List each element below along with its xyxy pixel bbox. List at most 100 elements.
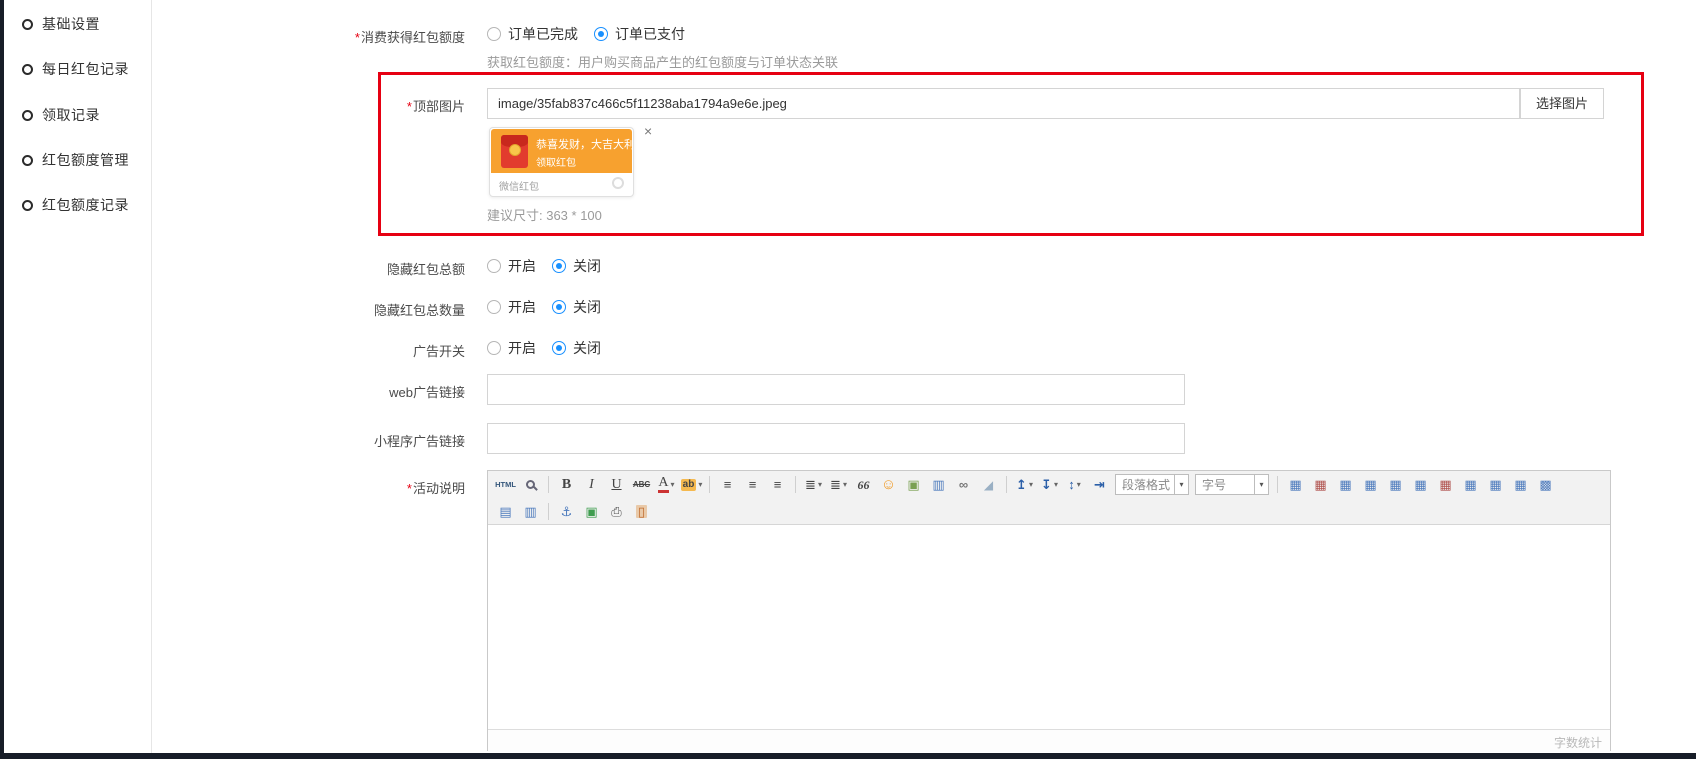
editor-statusbar: 字数统计	[488, 729, 1610, 752]
radio-hide-total-off[interactable]: 关闭	[552, 256, 601, 276]
indent-icon[interactable]: ⇥	[1088, 474, 1111, 496]
html-source-icon[interactable]: HTML	[494, 474, 517, 496]
icon-glyph: ▦	[1514, 478, 1526, 491]
sidebar-item-quota-records[interactable]: 红包额度记录	[4, 193, 152, 217]
cell-props-icon[interactable]: ▦	[1459, 474, 1482, 496]
icon-glyph: ⚓	[561, 505, 573, 518]
sidebar-item-label: 红包额度管理	[42, 150, 129, 170]
split-cell-icon[interactable]: ▩	[1534, 474, 1557, 496]
line-height-icon[interactable]: ↕▾	[1063, 474, 1086, 496]
icon-glyph: ▦	[1289, 478, 1301, 491]
split-rows-icon[interactable]: ▤	[494, 500, 517, 522]
icon-glyph: ≡	[749, 478, 757, 491]
icon-glyph: ↧	[1041, 478, 1052, 491]
eraser-icon[interactable]: ◢	[977, 474, 1000, 496]
link-icon[interactable]: ∞	[952, 474, 975, 496]
table-props-icon[interactable]: ▦	[1334, 474, 1357, 496]
merge-right-icon[interactable]: ▦	[1484, 474, 1507, 496]
strikethrough-icon[interactable]: ABC	[630, 474, 653, 496]
left-edge-bar	[0, 0, 4, 759]
insert-row-below-icon[interactable]: ▦	[1384, 474, 1407, 496]
radio-circle-icon	[487, 341, 501, 355]
sidebar-item-label: 红包额度记录	[42, 195, 129, 215]
editor-content-area[interactable]	[488, 525, 1610, 729]
insert-row-above-icon[interactable]: ▦	[1359, 474, 1382, 496]
editor-toolbar-row1: HTMLBIUABCA▾ab▾≡≡≡≣▾≣▾66☺▣▥∞◢↥▾↧▾↕▾⇥段落格式…	[488, 471, 1610, 498]
align-right-icon[interactable]: ≡	[766, 474, 789, 496]
radio-circle-icon	[594, 27, 608, 41]
map-icon[interactable]: ▣	[580, 500, 603, 522]
image-icon[interactable]: ▣	[902, 474, 925, 496]
radio-ad-off[interactable]: 关闭	[552, 338, 601, 358]
icon-glyph: 66	[858, 479, 870, 491]
toolbar-separator	[548, 476, 549, 493]
hide-total-label: 隐藏红包总额	[280, 259, 465, 278]
anchor-icon[interactable]: ⚓	[555, 500, 578, 522]
mini-ad-link-input[interactable]	[487, 423, 1185, 454]
select-label: 字号	[1196, 476, 1254, 493]
radio-order-completed[interactable]: 订单已完成	[487, 24, 578, 44]
toolbar-separator	[1006, 476, 1007, 493]
radio-hide-count-on[interactable]: 开启	[487, 297, 536, 317]
radio-order-paid[interactable]: 订单已支付	[594, 24, 685, 44]
underline-icon[interactable]: U	[605, 474, 628, 496]
paragraph-format-select[interactable]: 段落格式▾	[1115, 474, 1189, 495]
blockquote-icon[interactable]: 66	[852, 474, 875, 496]
font-size-select[interactable]: 字号▾	[1195, 474, 1269, 495]
insert-table-icon[interactable]: ▦	[1284, 474, 1307, 496]
web-ad-link-input[interactable]	[487, 374, 1185, 405]
delete-table-icon[interactable]: ▦	[1309, 474, 1332, 496]
emoji-icon[interactable]: ☺	[877, 474, 900, 496]
paste-icon[interactable]: ▯	[630, 500, 653, 522]
preview-icon[interactable]	[519, 474, 542, 496]
word-count-button[interactable]: 字数统计	[1554, 736, 1602, 750]
sidebar: 基础设置 每日红包记录 领取记录 红包额度管理 红包额度记录	[4, 0, 152, 753]
dropdown-arrow-icon[interactable]: ▾	[1254, 474, 1268, 495]
split-cols-icon[interactable]: ▥	[519, 500, 542, 522]
sidebar-item-daily-redpacket-records[interactable]: 每日红包记录	[4, 57, 152, 81]
icon-glyph: ▩	[1539, 478, 1551, 491]
bold-icon[interactable]: B	[555, 474, 578, 496]
paragraph-space-top-icon[interactable]: ↥▾	[1013, 474, 1036, 496]
top-image-path-input[interactable]	[487, 88, 1520, 119]
order-quota-label: *消费获得红包额度	[280, 27, 465, 46]
radio-hide-total-on[interactable]: 开启	[487, 256, 536, 276]
banner-subtitle: 领取红包	[536, 154, 576, 169]
circle-icon	[22, 19, 33, 30]
icon-glyph: ⎙	[611, 505, 621, 518]
page: 基础设置 每日红包记录 领取记录 红包额度管理 红包额度记录 *消费获得红包额度…	[0, 0, 1696, 759]
toolbar-separator	[548, 503, 549, 520]
ordered-list-icon[interactable]: ≣▾	[802, 474, 825, 496]
video-icon[interactable]: ▥	[927, 474, 950, 496]
merge-down-icon[interactable]: ▦	[1509, 474, 1532, 496]
remove-image-icon[interactable]: ×	[644, 124, 652, 138]
paragraph-space-bottom-icon[interactable]: ↧▾	[1038, 474, 1061, 496]
sidebar-item-quota-management[interactable]: 红包额度管理	[4, 148, 152, 172]
icon-glyph: A	[658, 476, 668, 493]
align-center-icon[interactable]: ≡	[741, 474, 764, 496]
toolbar-separator	[795, 476, 796, 493]
delete-row-icon[interactable]: ▦	[1434, 474, 1457, 496]
font-color-icon[interactable]: A▾	[655, 474, 678, 496]
radio-ad-on[interactable]: 开启	[487, 338, 536, 358]
italic-icon[interactable]: I	[580, 474, 603, 496]
sidebar-item-label: 领取记录	[42, 105, 100, 125]
print-icon[interactable]: ⎙	[605, 500, 628, 522]
circle-outline-icon	[612, 177, 624, 189]
dropdown-arrow-icon[interactable]: ▾	[1174, 474, 1188, 495]
mini-ad-link-label: 小程序广告链接	[280, 431, 465, 450]
highlight-color-icon[interactable]: ab▾	[680, 474, 703, 496]
radio-hide-count-off[interactable]: 关闭	[552, 297, 601, 317]
icon-glyph: ▣	[585, 505, 597, 518]
sidebar-item-claim-records[interactable]: 领取记录	[4, 103, 152, 127]
sidebar-item-basic-settings[interactable]: 基础设置	[4, 12, 152, 36]
choose-image-button[interactable]: 选择图片	[1520, 88, 1604, 119]
select-label: 段落格式	[1116, 476, 1174, 493]
unordered-list-icon[interactable]: ≣▾	[827, 474, 850, 496]
insert-col-icon[interactable]: ▦	[1409, 474, 1432, 496]
settings-form: *消费获得红包额度 订单已完成 订单已支付 获取红包额度：用户购买商品产生的红包…	[152, 0, 1696, 753]
required-asterisk: *	[407, 481, 412, 496]
circle-icon	[22, 155, 33, 166]
align-left-icon[interactable]: ≡	[716, 474, 739, 496]
ad-switch-label: 广告开关	[280, 341, 465, 360]
